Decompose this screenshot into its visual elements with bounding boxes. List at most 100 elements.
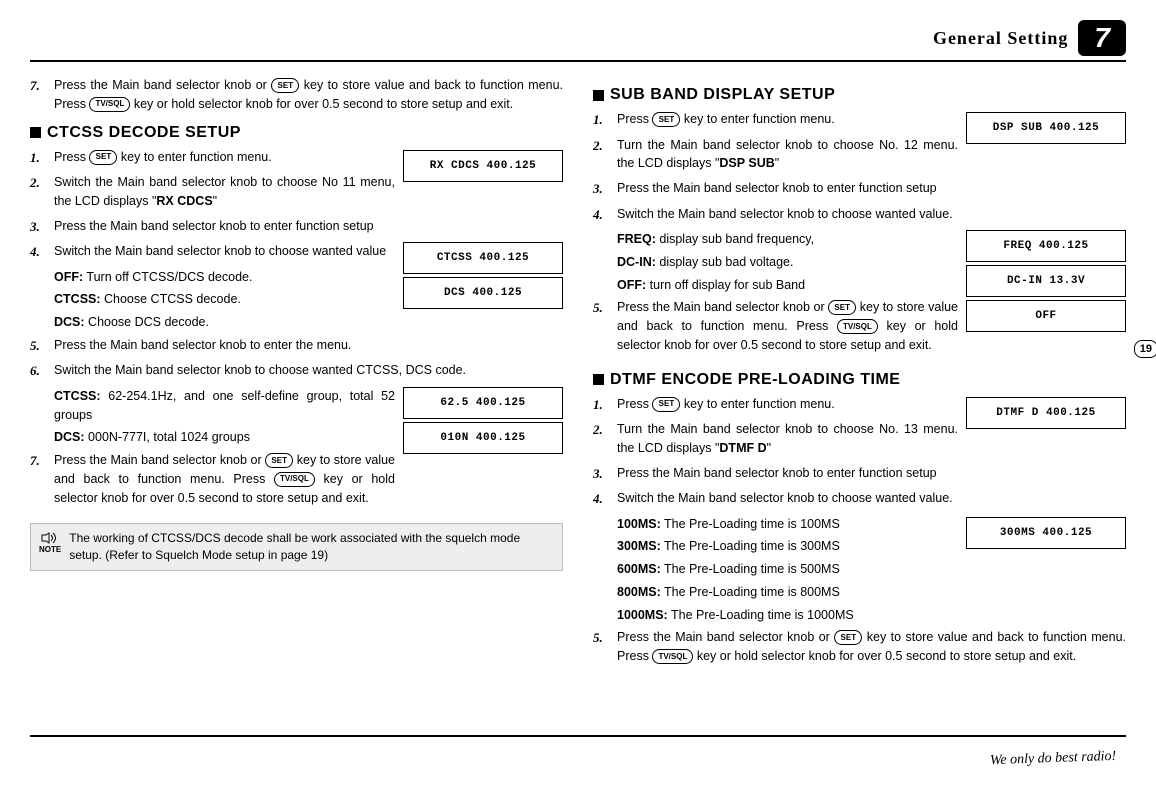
text-bold: 1000MS: bbox=[617, 608, 668, 622]
text: Press bbox=[617, 397, 652, 411]
note-box: NOTE The working of CTCSS/DCS decode sha… bbox=[30, 523, 563, 571]
step-body: Press SET key to enter function menu. bbox=[54, 148, 395, 167]
text-bold: CTCSS: bbox=[54, 292, 101, 306]
text: 000N-777I, total 1024 groups bbox=[85, 430, 250, 444]
step-num: 7. bbox=[30, 451, 46, 471]
square-bullet-icon bbox=[593, 374, 604, 385]
header: General Setting 7 bbox=[30, 20, 1126, 62]
text-bold: DCS: bbox=[54, 430, 85, 444]
step-num: 4. bbox=[30, 242, 46, 262]
text: Press the Main band selector knob or bbox=[54, 78, 271, 92]
text-bold: FREQ: bbox=[617, 232, 656, 246]
header-title: General Setting bbox=[933, 28, 1068, 49]
step-num: 1. bbox=[593, 110, 609, 130]
text: key to enter function menu. bbox=[121, 150, 272, 164]
text: " bbox=[767, 441, 771, 455]
text-bold: DC-IN: bbox=[617, 255, 656, 269]
step-num: 1. bbox=[593, 395, 609, 415]
sub-item: 800MS: The Pre-Loading time is 800MS bbox=[617, 583, 1126, 602]
step-num: 5. bbox=[593, 628, 609, 648]
step-body: Press the Main band selector knob to ent… bbox=[54, 336, 563, 355]
text: key or hold selector knob for over 0.5 s… bbox=[134, 97, 513, 111]
step-body: Press the Main band selector knob or SET… bbox=[617, 298, 958, 354]
text-bold: 800MS: bbox=[617, 585, 661, 599]
footer-slogan: We only do best radio! bbox=[990, 749, 1117, 769]
section-heading-dtmf: DTMF ENCODE PRE-LOADING TIME bbox=[593, 371, 1126, 389]
tvsql-key-icon: TV/SQL bbox=[837, 319, 878, 334]
step-body: Switch the Main band selector knob to ch… bbox=[54, 361, 563, 380]
section-heading-ctcss: CTCSS DECODE SETUP bbox=[30, 124, 563, 142]
text: Turn the Main band selector knob to choo… bbox=[617, 138, 958, 171]
text: Press bbox=[617, 112, 652, 126]
set-key-icon: SET bbox=[652, 112, 680, 127]
text: " bbox=[213, 194, 217, 208]
text: Choose CTCSS decode. bbox=[101, 292, 241, 306]
step: 5. Press the Main band selector knob or … bbox=[593, 298, 958, 354]
lcd-display: RX CDCS 400.125 bbox=[403, 150, 563, 182]
step-num: 5. bbox=[30, 336, 46, 356]
step-body: Press the Main band selector knob or SET… bbox=[54, 76, 563, 114]
step: 2. Turn the Main band selector knob to c… bbox=[593, 420, 958, 458]
text: 62-254.1Hz, and one self-define group, t… bbox=[54, 389, 395, 422]
text: The Pre-Loading time is 300MS bbox=[661, 539, 840, 553]
step: 1. Press SET key to enter function menu. bbox=[593, 395, 958, 415]
step-num: 3. bbox=[593, 464, 609, 484]
text-bold: 600MS: bbox=[617, 562, 661, 576]
lcd-display: DTMF D 400.125 bbox=[966, 397, 1126, 429]
text-bold: DCS: bbox=[54, 315, 85, 329]
step: 2. Turn the Main band selector knob to c… bbox=[593, 136, 958, 174]
step-num: 6. bbox=[30, 361, 46, 381]
square-bullet-icon bbox=[30, 127, 41, 138]
text: key to enter function menu. bbox=[684, 397, 835, 411]
step-body: Press the Main band selector knob or SET… bbox=[54, 451, 395, 507]
content-columns: 7. Press the Main band selector knob or … bbox=[30, 76, 1126, 672]
text-bold: RX CDCS bbox=[156, 194, 212, 208]
step-num: 3. bbox=[30, 217, 46, 237]
step: 3. Press the Main band selector knob to … bbox=[593, 179, 1126, 199]
lcd-display: 010N 400.125 bbox=[403, 422, 563, 454]
sub-item: 1000MS: The Pre-Loading time is 1000MS bbox=[617, 606, 1126, 625]
step-body: Switch the Main band selector knob to ch… bbox=[54, 173, 395, 211]
step-num: 1. bbox=[30, 148, 46, 168]
right-column: SUB BAND DISPLAY SETUP DSP SUB 400.125 1… bbox=[593, 76, 1126, 672]
text-bold: OFF: bbox=[54, 270, 83, 284]
note-text: The working of CTCSS/DCS decode shall be… bbox=[69, 530, 554, 564]
step: 7. Press the Main band selector knob or … bbox=[30, 451, 395, 507]
text-bold: 100MS: bbox=[617, 517, 661, 531]
text: The Pre-Loading time is 500MS bbox=[661, 562, 840, 576]
section-heading-subband: SUB BAND DISPLAY SETUP bbox=[593, 86, 1126, 104]
lcd-display: CTCSS 400.125 bbox=[403, 242, 563, 274]
text: The Pre-Loading time is 100MS bbox=[661, 517, 840, 531]
tvsql-key-icon: TV/SQL bbox=[89, 97, 130, 112]
step-num: 2. bbox=[593, 420, 609, 440]
set-key-icon: SET bbox=[834, 630, 862, 645]
step: 4. Switch the Main band selector knob to… bbox=[30, 242, 395, 262]
lcd-display: DCS 400.125 bbox=[403, 277, 563, 309]
step-body: Press the Main band selector knob or SET… bbox=[617, 628, 1126, 666]
heading-text: DTMF ENCODE PRE-LOADING TIME bbox=[610, 371, 900, 389]
page-number: 19 bbox=[1134, 340, 1156, 358]
step-num: 3. bbox=[593, 179, 609, 199]
chapter-number: 7 bbox=[1078, 20, 1126, 56]
text: Choose DCS decode. bbox=[85, 315, 209, 329]
step-body: Press the Main band selector knob to ent… bbox=[617, 464, 1126, 483]
note-icon: NOTE bbox=[39, 532, 61, 564]
step: 3. Press the Main band selector knob to … bbox=[30, 217, 563, 237]
step-body: Switch the Main band selector knob to ch… bbox=[54, 242, 395, 261]
lcd-display: OFF bbox=[966, 300, 1126, 332]
step: 4. Switch the Main band selector knob to… bbox=[593, 489, 1126, 509]
text: Turn the Main band selector knob to choo… bbox=[617, 422, 958, 455]
step-body: Switch the Main band selector knob to ch… bbox=[617, 489, 1126, 508]
set-key-icon: SET bbox=[652, 397, 680, 412]
set-key-icon: SET bbox=[271, 78, 299, 93]
text: Turn off CTCSS/DCS decode. bbox=[83, 270, 252, 284]
set-key-icon: SET bbox=[89, 150, 117, 165]
step: 2. Switch the Main band selector knob to… bbox=[30, 173, 395, 211]
text: display sub band frequency, bbox=[656, 232, 814, 246]
text: Press the Main band selector knob or bbox=[617, 300, 828, 314]
text-bold: CTCSS: bbox=[54, 389, 101, 403]
text: key to enter function menu. bbox=[684, 112, 835, 126]
text: " bbox=[775, 156, 779, 170]
square-bullet-icon bbox=[593, 90, 604, 101]
step-num: 4. bbox=[593, 205, 609, 225]
